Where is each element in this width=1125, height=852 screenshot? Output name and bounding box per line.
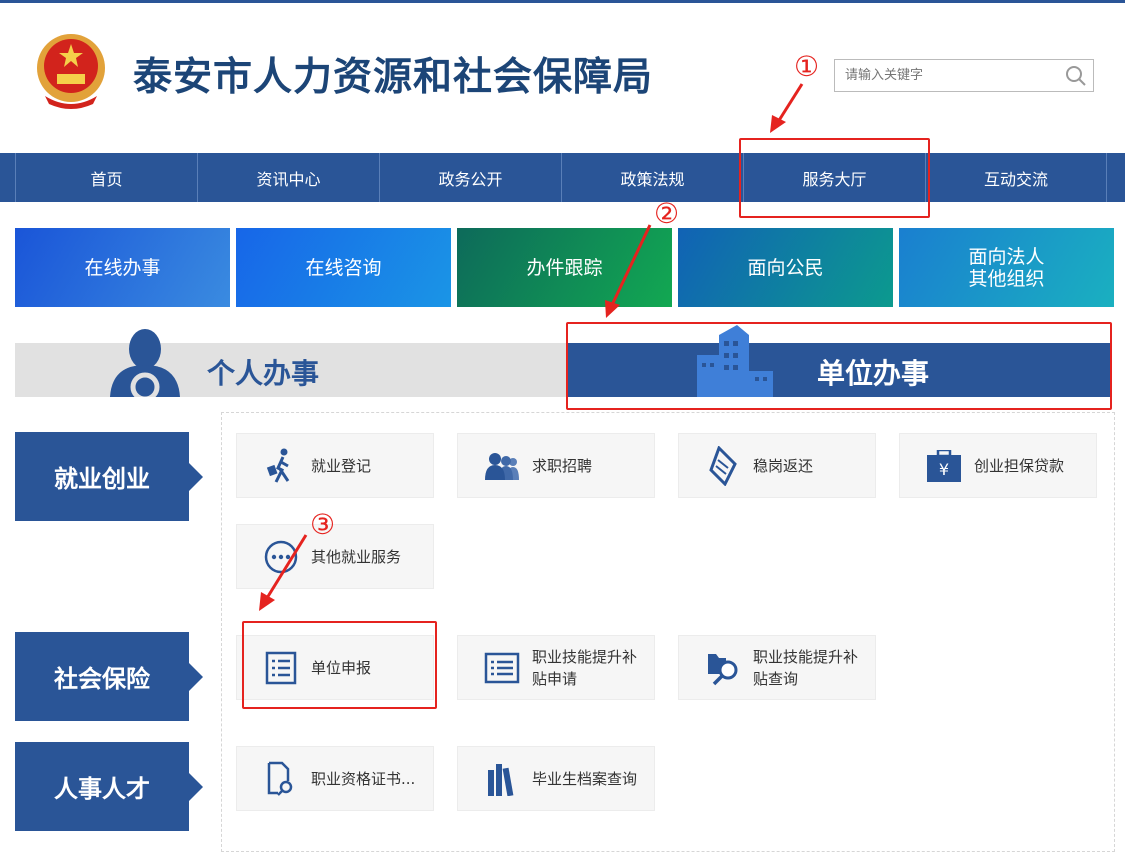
arrow-2-icon [610, 224, 652, 306]
annotation-arrows [259, 83, 804, 611]
arrow-3-icon [265, 534, 308, 599]
arrow-1-icon [776, 83, 804, 123]
